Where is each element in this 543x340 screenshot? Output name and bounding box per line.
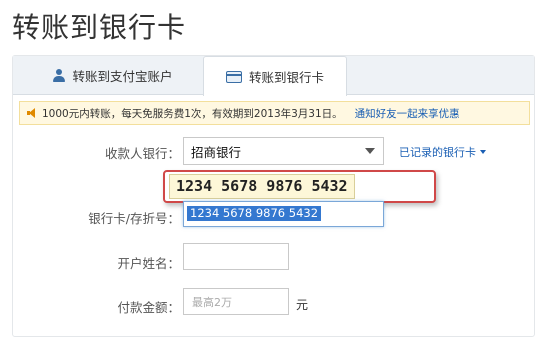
card-number-zoom-text: 1234 5678 9876 5432: [169, 174, 355, 199]
saved-cards-link[interactable]: 已记录的银行卡: [399, 144, 486, 160]
tab-label: 转账到银行卡: [248, 70, 324, 85]
account-name-label: 开户姓名：: [117, 256, 180, 271]
account-name-input[interactable]: [183, 243, 289, 270]
person-icon: [53, 68, 66, 82]
tab-transfer-to-alipay[interactable]: 转账到支付宝账户: [43, 56, 183, 94]
speaker-icon: [27, 108, 37, 118]
card-number-label: 银行卡/存折号：: [88, 211, 180, 226]
tab-label: 转账到支付宝账户: [72, 68, 173, 84]
card-number-value: 1234 5678 9876 5432: [187, 206, 322, 221]
chevron-down-icon: [365, 148, 375, 154]
notice-bar: 1000元内转账，每天免服务费1次，有效期到2013年3月31日。 通知好友一起…: [19, 101, 530, 125]
invite-friends-link[interactable]: 通知好友一起来享优惠: [355, 106, 460, 121]
bank-card-icon: [225, 70, 242, 83]
payee-bank-select[interactable]: 招商银行: [183, 137, 384, 165]
card-number-input[interactable]: 1234 5678 9876 5432: [183, 201, 384, 227]
payee-bank-value: 招商银行: [191, 144, 242, 160]
tab-transfer-to-bank-card[interactable]: 转账到银行卡: [203, 56, 347, 96]
saved-cards-label: 已记录的银行卡: [399, 146, 476, 159]
notice-text: 1000元内转账，每天免服务费1次，有效期到2013年3月31日。: [42, 107, 343, 120]
tab-strip: 转账到支付宝账户 转账到银行卡: [13, 56, 534, 96]
amount-unit: 元: [296, 298, 309, 312]
amount-label: 付款金额：: [117, 300, 180, 315]
page-title: 转账到银行卡: [12, 11, 187, 44]
dropdown-arrow-icon: [480, 150, 486, 154]
card-number-zoom-callout: 1234 5678 9876 5432: [163, 170, 436, 203]
transfer-panel: 转账到支付宝账户 转账到银行卡 1000元内转账，每天免服务费1次，有效期到20…: [12, 55, 535, 337]
amount-input[interactable]: 最高2万: [183, 288, 289, 315]
amount-placeholder: 最高2万: [192, 295, 232, 309]
payee-bank-label: 收款人银行：: [104, 146, 180, 161]
